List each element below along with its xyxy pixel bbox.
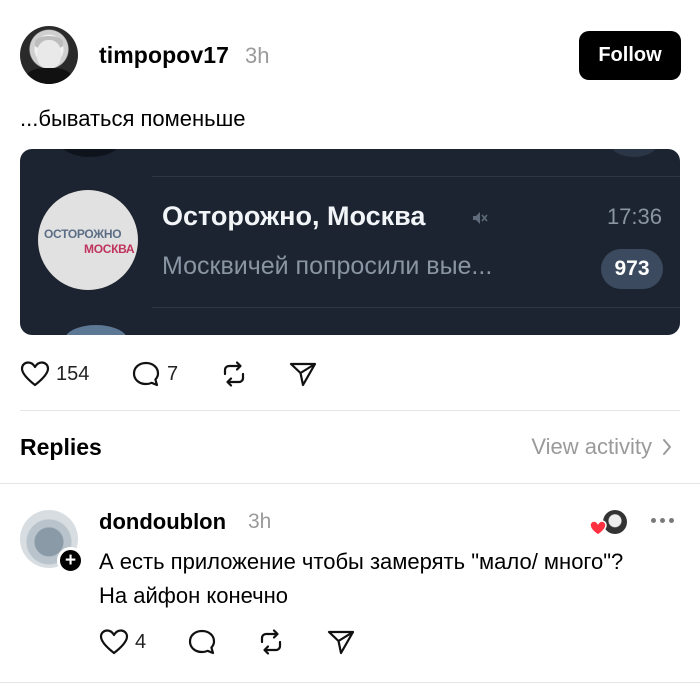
channel-logo-line2: МОСКВА xyxy=(84,242,135,256)
comment-count: 7 xyxy=(167,362,179,385)
avatar-face xyxy=(37,40,61,68)
chat-divider-bottom xyxy=(152,307,680,308)
liked-heart-icon xyxy=(589,520,607,536)
unread-badge: 973 xyxy=(601,249,663,289)
avatar-body xyxy=(26,68,72,84)
prev-chat-avatar xyxy=(60,149,120,157)
reply-share-button[interactable] xyxy=(326,628,356,656)
follow-button[interactable]: Follow xyxy=(579,31,681,80)
like-button[interactable]: 154 xyxy=(20,360,89,388)
reply-repost-button[interactable] xyxy=(256,628,286,656)
mute-icon xyxy=(473,212,488,224)
replies-title: Replies xyxy=(20,434,102,460)
next-chat-avatar xyxy=(64,325,128,335)
channel-message: Москвичей попросили вые... xyxy=(162,252,493,280)
chevron-right-icon xyxy=(663,439,671,455)
reply-like-button[interactable]: 4 xyxy=(99,628,146,656)
divider xyxy=(0,483,700,484)
post-time: 3h xyxy=(245,43,270,68)
channel-name: Осторожно, Москва xyxy=(162,201,426,231)
reply-username[interactable]: dondoublon xyxy=(99,509,226,535)
prev-chat-badge xyxy=(612,149,656,157)
reply-comment-button[interactable] xyxy=(187,628,217,656)
view-activity-link[interactable]: View activity xyxy=(531,434,672,460)
plus-icon[interactable]: + xyxy=(57,547,84,574)
post-username[interactable]: timpopov17 xyxy=(99,42,229,69)
like-count: 154 xyxy=(56,362,90,385)
reply-time: 3h xyxy=(248,510,272,533)
divider xyxy=(0,682,700,683)
repost-icon xyxy=(223,361,245,387)
channel-logo-line1: ОСТОРОЖНО xyxy=(44,227,122,241)
repost-icon xyxy=(260,629,282,655)
reply-text: А есть приложение чтобы замерять "мало/ … xyxy=(99,549,624,608)
divider xyxy=(20,410,680,411)
post-text: ...бываться поменьше xyxy=(20,106,246,131)
comment-icon xyxy=(132,361,160,387)
post-image[interactable]: ОСТОРОЖНО МОСКВА Осторожно, Москва 17:36… xyxy=(20,149,680,335)
comment-button[interactable]: 7 xyxy=(131,360,178,388)
comment-icon xyxy=(188,629,216,655)
reply-author-avatar[interactable]: + xyxy=(20,510,84,574)
post-author-avatar[interactable] xyxy=(20,26,78,84)
heart-icon xyxy=(20,361,50,387)
share-icon xyxy=(327,630,355,655)
repost-button[interactable] xyxy=(219,360,249,388)
chat-divider-top xyxy=(152,176,680,177)
view-activity-label: View activity xyxy=(531,434,652,459)
heart-icon xyxy=(99,629,129,655)
more-icon[interactable] xyxy=(651,518,674,523)
share-icon xyxy=(289,362,317,387)
share-button[interactable] xyxy=(288,360,318,388)
reply-like-count: 4 xyxy=(135,630,147,653)
channel-avatar: ОСТОРОЖНО МОСКВА xyxy=(38,190,138,290)
channel-time: 17:36 xyxy=(606,204,662,229)
